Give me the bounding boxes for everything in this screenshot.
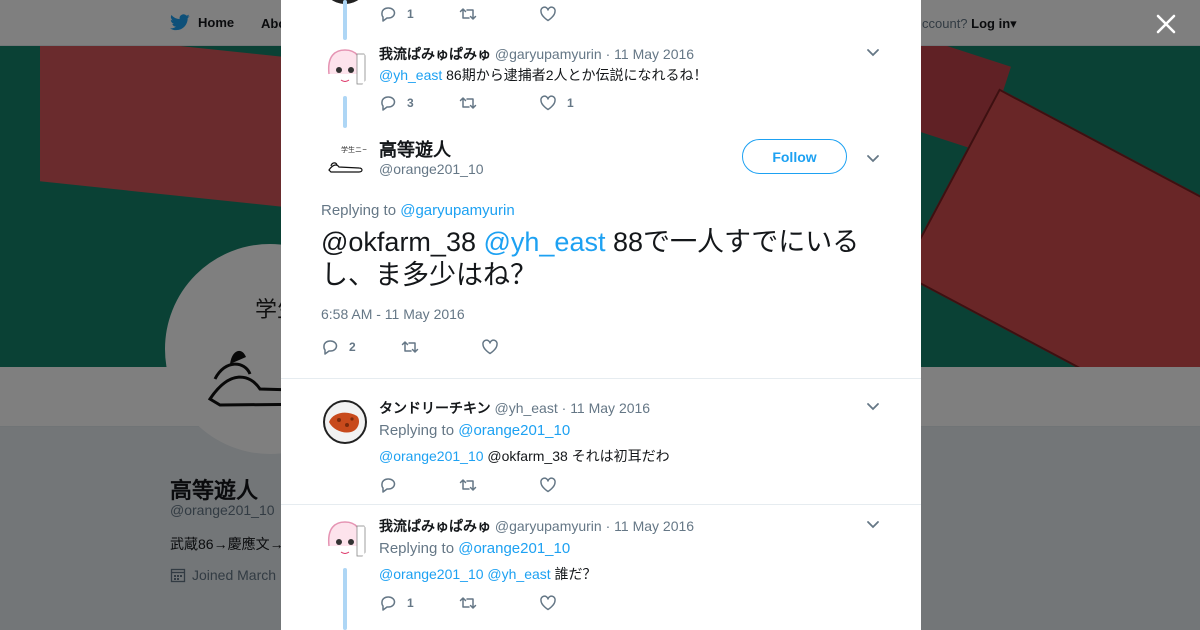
like-icon <box>482 339 498 355</box>
tweet-header: 我流ぱみゅぱみゅ @garyupamyurin · 11 May 2016 <box>379 46 695 62</box>
mention-link[interactable]: @yh_east <box>487 566 550 582</box>
tweet-text: @yh_east 86期から逮捕者2人とか伝説になれるね！ <box>379 67 708 83</box>
reply-icon <box>323 340 338 355</box>
like-button[interactable] <box>481 338 561 356</box>
tweet-author-handle[interactable]: @yh_east <box>494 400 557 416</box>
retweet-button[interactable] <box>459 594 539 612</box>
tweet-actions: 1 <box>379 594 619 612</box>
close-icon[interactable] <box>1152 10 1180 38</box>
avatar[interactable] <box>321 398 369 446</box>
tweet-author-name[interactable]: タンドリーチキン <box>379 400 491 416</box>
main-tweet-author-name[interactable]: 高等遊人 <box>379 136 451 162</box>
user-link[interactable]: @okfarm_38 <box>321 227 483 257</box>
tweet-header: 我流ぱみゅぱみゅ @garyupamyurin · 11 May 2016 <box>379 518 695 534</box>
replying-to: Replying to @orange201_10 <box>379 422 571 439</box>
tweet-date[interactable]: 11 May 2016 <box>570 400 650 416</box>
tweet-author-handle[interactable]: @garyupamyurin <box>495 518 602 534</box>
retweet-button[interactable] <box>459 5 539 23</box>
reply-button[interactable]: 1 <box>379 594 459 612</box>
like-button[interactable] <box>539 476 619 494</box>
main-tweet-text: @okfarm_38 @yh_east 88で一人すでにいるし、ま多少はね？ <box>321 227 860 290</box>
replying-to-link[interactable]: @garyupamyurin <box>400 202 514 219</box>
chevron-down-icon[interactable] <box>865 516 881 532</box>
chevron-down-icon[interactable] <box>865 150 881 166</box>
tweet-permalink-modal: 1 我流ぱみゅぱみゅ @garyupamyurin · 11 May 2016 … <box>281 0 921 630</box>
like-icon <box>540 95 556 111</box>
divider <box>281 504 921 505</box>
tweet-header: タンドリーチキン @yh_east · 11 May 2016 <box>379 400 651 416</box>
tweet-text: @orange201_10 @okfarm_38 それは初耳だわ <box>379 448 670 464</box>
mention-link[interactable]: @orange201_10 <box>379 566 484 582</box>
like-button[interactable] <box>539 594 619 612</box>
thread-connector <box>343 96 347 128</box>
like-icon <box>540 6 556 22</box>
mention-link[interactable]: @yh_east <box>379 67 442 83</box>
reply-icon <box>381 7 396 22</box>
retweet-icon <box>401 341 419 353</box>
like-icon <box>540 477 556 493</box>
replying-to-link[interactable]: @orange201_10 <box>458 422 570 439</box>
thread-connector <box>343 568 347 630</box>
main-tweet-actions: 2 <box>321 338 561 356</box>
tweet-actions: 3 1 <box>379 94 619 112</box>
tweet-date[interactable]: 11 May 2016 <box>614 518 694 534</box>
retweet-button[interactable] <box>401 338 481 356</box>
reply-icon <box>381 478 396 493</box>
tweet-text: @orange201_10 @yh_east 誰だ？ <box>379 566 597 582</box>
tweet-author-name[interactable]: 我流ぱみゅぱみゅ <box>379 518 491 534</box>
tweet-author-handle[interactable]: @garyupamyurin <box>495 46 602 62</box>
retweet-icon <box>459 8 477 20</box>
main-tweet-author-handle[interactable]: @orange201_10 <box>379 161 484 177</box>
tweet-actions <box>379 476 619 494</box>
avatar[interactable] <box>321 516 369 564</box>
reply-button[interactable]: 1 <box>379 5 459 23</box>
replying-to: Replying to @garyupamyurin <box>321 202 515 219</box>
tweet-date[interactable]: 11 May 2016 <box>614 46 694 62</box>
retweet-icon <box>459 597 477 609</box>
svg-text:学生ニート: 学生ニート <box>341 145 369 154</box>
reply-button[interactable]: 2 <box>321 338 401 356</box>
main-tweet-timestamp[interactable]: 6:58 AM - 11 May 2016 <box>321 306 465 322</box>
like-button[interactable]: 1 <box>539 94 619 112</box>
thread-connector <box>343 0 347 40</box>
divider <box>281 378 921 379</box>
mention-link[interactable]: @yh_east <box>483 227 605 257</box>
replying-to-link[interactable]: @orange201_10 <box>458 540 570 557</box>
reply-icon <box>381 596 396 611</box>
tweet-author-name[interactable]: 我流ぱみゅぱみゅ <box>379 46 491 62</box>
retweet-icon <box>459 479 477 491</box>
mention-link[interactable]: @orange201_10 <box>379 448 484 464</box>
like-button[interactable] <box>539 5 619 23</box>
replying-to: Replying to @orange201_10 <box>379 540 571 557</box>
reply-button[interactable]: 3 <box>379 94 459 112</box>
tweet-actions: 1 <box>379 5 619 23</box>
retweet-button[interactable] <box>459 476 539 494</box>
like-icon <box>540 595 556 611</box>
chevron-down-icon[interactable] <box>865 44 881 60</box>
retweet-icon <box>459 97 477 109</box>
reply-button[interactable] <box>379 476 459 494</box>
retweet-button[interactable] <box>459 94 539 112</box>
avatar[interactable] <box>321 44 369 92</box>
avatar[interactable]: 学生ニート <box>321 136 369 184</box>
reply-icon <box>381 96 396 111</box>
chevron-down-icon[interactable] <box>865 398 881 414</box>
follow-button[interactable]: Follow <box>742 139 847 174</box>
